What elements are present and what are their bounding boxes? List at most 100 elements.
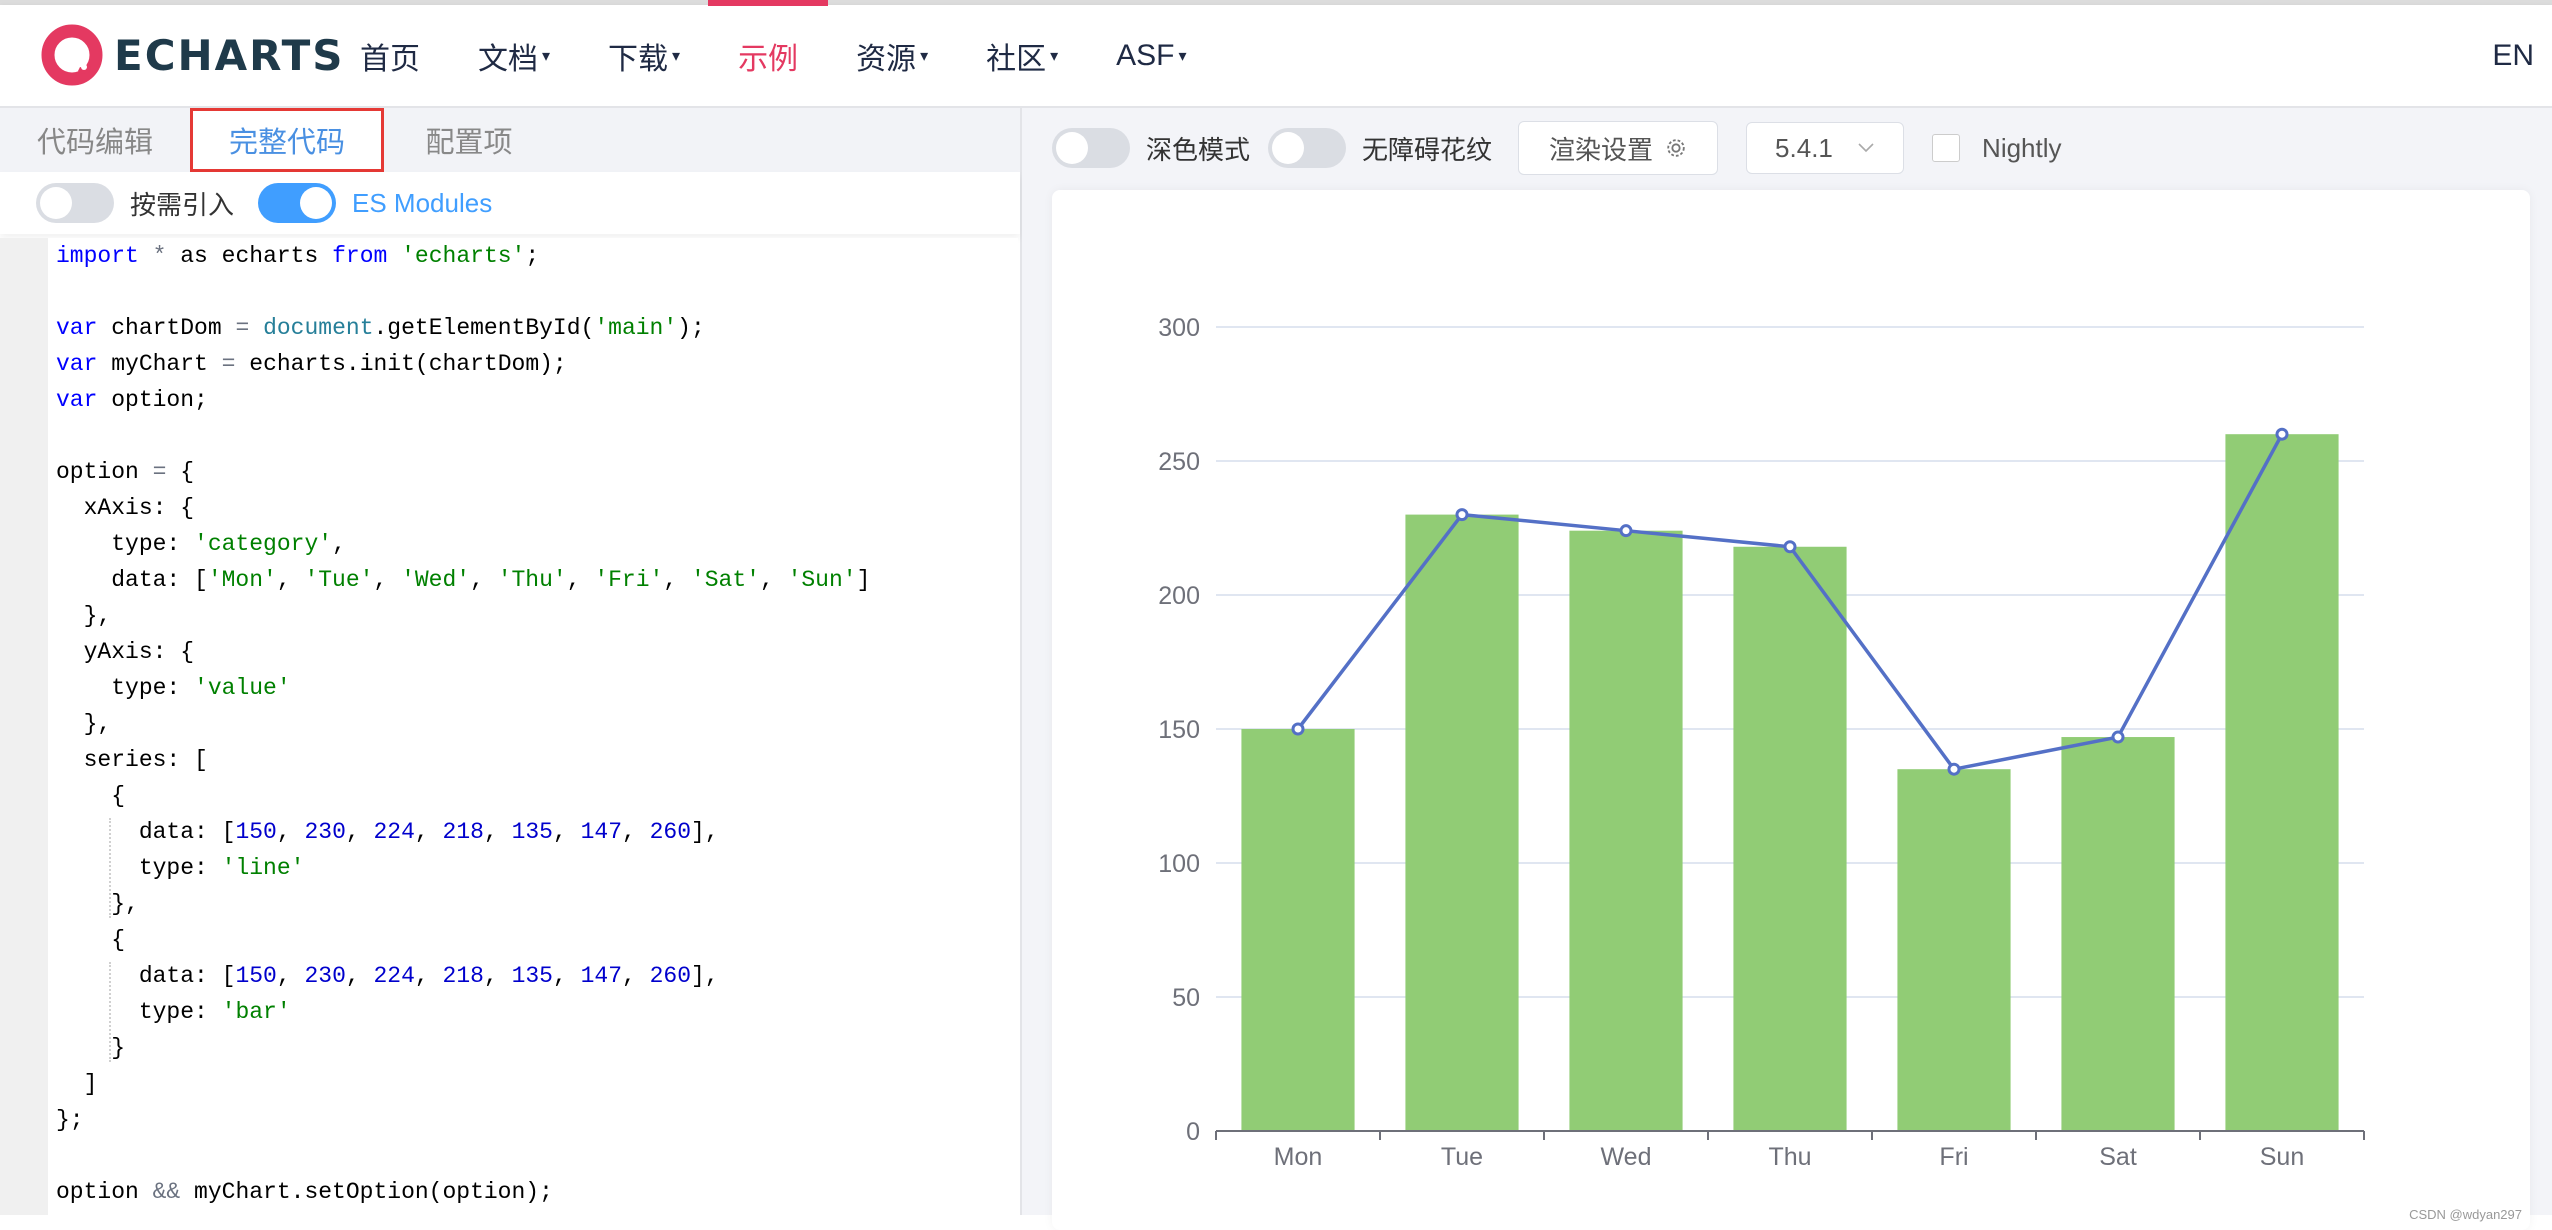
code-line: }, [56,603,112,629]
decal-label: 无障碍花纹 [1362,134,1493,165]
code-line: option && myChart.setOption(option); [56,1179,553,1205]
bar-wed [1569,530,1683,1131]
bar-thu [1733,546,1847,1131]
code-line: ] [56,1071,98,1097]
line-point-mon [1291,722,1305,736]
x-tick-label: Sun [2260,1143,2304,1171]
x-tick-label: Mon [1274,1143,1323,1171]
es-modules-label: ES Modules [352,187,493,218]
y-tick-label: 50 [1172,984,1200,1012]
line-point-wed [1619,524,1633,538]
caret-down-icon: ▾ [1050,47,1059,65]
y-tick-label: 100 [1158,850,1200,878]
nav-item-2[interactable]: 下载 ▾ [608,5,680,106]
bar-sun [2225,434,2339,1131]
code-gutter [0,238,48,1215]
nav-item-label: 资源 [856,42,917,76]
nightly-checkbox[interactable] [1932,134,1961,162]
toggle-knob [300,187,333,219]
nav-item-4[interactable]: 资源 ▾ [856,5,928,106]
y-tick-label: 200 [1158,582,1200,610]
nav-item-label: 示例 [738,42,799,76]
bar-mon [1241,729,1355,1131]
module-options: 按需引入 ES Modules [0,172,1020,234]
caret-down-icon: ▾ [672,47,681,65]
caret-down-icon: ▾ [920,47,929,65]
dark-mode-label: 深色模式 [1146,134,1251,165]
nav-item-label: 文档 [478,42,538,76]
nav-menu: 首页 文档 ▾ 下载 ▾ 示例 资源 ▾ 社区 ▾ ASF ▾ [360,0,1245,106]
caret-down-icon: ▾ [1178,47,1187,65]
bar-sat [2061,737,2175,1131]
bar-tue [1405,514,1519,1131]
language-switch[interactable]: EN [2492,5,2534,106]
tab-code-edit[interactable]: 代码编辑 [0,108,190,172]
caret-down-icon: ▾ [542,47,551,65]
code-editor[interactable]: import * as echarts from 'echarts'; var c… [0,238,1018,1215]
code-line: type: 'bar' [56,999,291,1025]
code-line: var option; [56,387,208,413]
indent-guide [109,962,112,1062]
bar-fri [1897,769,2011,1131]
nav-item-label: 社区 [986,42,1047,76]
decal-toggle[interactable] [1268,128,1347,168]
toggle-knob [40,187,72,219]
echarts-logo[interactable]: ECHARTS [40,22,345,88]
toggle-knob [1272,132,1305,164]
nav-item-0[interactable]: 首页 [360,5,420,106]
code-line: }; [56,1107,84,1133]
on-demand-import-toggle[interactable] [36,183,114,223]
nav-item-5[interactable]: 社区 ▾ [986,5,1058,106]
version-select[interactable]: 5.4.1 [1746,122,1905,174]
top-nav: ECHARTS 首页 文档 ▾ 下载 ▾ 示例 资源 ▾ 社区 ▾ ASF ▾ EN [0,0,2552,108]
code-line: type: 'line' [56,855,305,881]
nav-item-label: ASF [1116,38,1175,72]
editor-panel: 代码编辑 完整代码 配置项 按需引入 ES Modules import * a… [0,108,1022,1215]
editor-tabs: 代码编辑 完整代码 配置项 [0,108,1020,172]
nav-item-label: 下载 [608,42,669,76]
x-tick-label: Thu [1768,1143,1811,1171]
render-settings-button[interactable]: 渲染设置 [1518,121,1719,175]
x-tick-label: Sat [2099,1143,2137,1171]
code-line: series: [ [56,747,208,773]
toggle-knob [1056,132,1088,164]
code-line: }, [56,711,112,737]
indent-guide [109,818,112,918]
on-demand-import-label: 按需引入 [130,189,235,220]
es-modules-toggle[interactable] [258,183,337,223]
chart-card: 0 50 100 150 200 250 300 Mon Tue Wed Thu Fri Sat Sun … [1052,190,2530,1230]
y-tick-label: 150 [1158,716,1200,744]
code-line: option = { [56,459,195,485]
preview-panel: 深色模式 无障碍花纹 渲染设置 5.4.1 Nightly 0 50 100 150 2… [1022,108,2552,1230]
nav-item-3[interactable]: 示例 [708,0,829,106]
code-lines: import * as echarts from 'echarts'; var c… [56,238,870,1210]
code-line: xAxis: { [56,495,195,521]
code-line: yAxis: { [56,639,195,665]
x-tick-label: Wed [1601,1143,1652,1171]
y-tick-label: 0 [1186,1118,1200,1146]
nav-item-6[interactable]: ASF ▾ [1116,5,1186,106]
line-point-fri [1947,762,1961,776]
tab-full-code[interactable]: 完整代码 [190,108,384,172]
nav-item-1[interactable]: 文档 ▾ [478,5,550,106]
version-value: 5.4.1 [1775,132,1833,163]
code-line: import * as echarts from 'echarts'; [56,243,540,269]
gear-icon [1667,139,1685,157]
code-line: type: 'value' [56,675,291,701]
y-tick-label: 250 [1158,448,1200,476]
chevron-down-icon [1858,143,1874,153]
code-line: } [56,1035,126,1061]
line-point-sun [2275,427,2289,441]
code-line: }, [56,891,139,917]
code-line: var chartDom = document.getElementById('… [56,315,705,341]
code-line: data: [150, 230, 224, 218, 135, 147, 260… [56,819,719,845]
code-line: type: 'category', [56,531,346,557]
dark-mode-toggle[interactable] [1052,128,1130,168]
logo-text: ECHARTS [114,30,345,80]
y-tick-label: 300 [1158,314,1200,342]
nav-item-label: 首页 [360,42,420,76]
tab-config[interactable]: 配置项 [384,108,554,172]
code-line: { [56,927,126,953]
